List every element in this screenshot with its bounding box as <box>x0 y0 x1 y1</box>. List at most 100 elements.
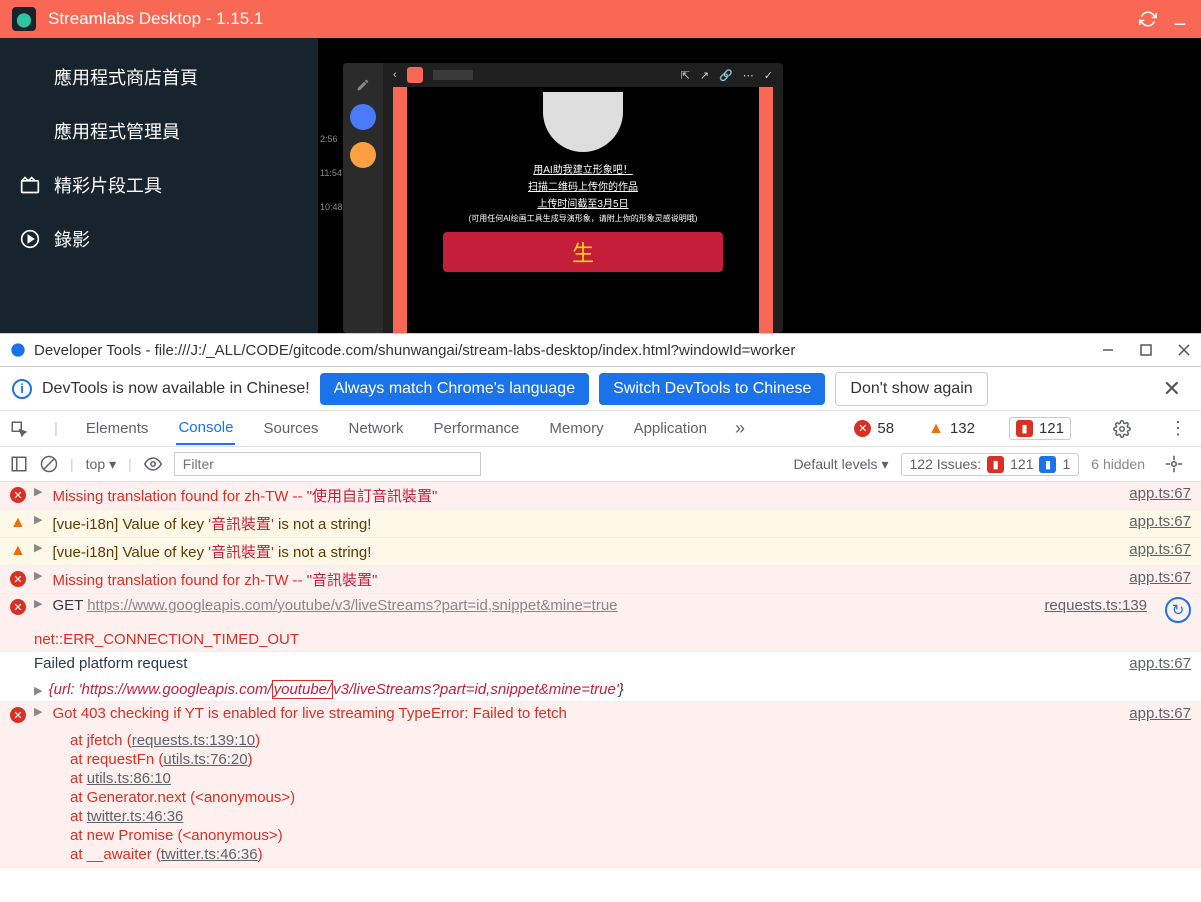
banner-close-icon[interactable]: ✕ <box>1155 376 1189 402</box>
log-row-warning: ▲ ▶ [vue-i18n] Value of key '音訊裝置' is no… <box>0 538 1201 566</box>
preview-area: ‹ ⇱ ↗ 🔗 ⋯ ✓ 用AI助我建立形象吧！ 扫描二维码上传你的作品 上传时间… <box>318 38 1201 333</box>
minimize-icon[interactable] <box>1171 10 1189 28</box>
eye-icon[interactable] <box>144 455 162 473</box>
play-circle-icon <box>20 229 40 249</box>
maximize-button[interactable] <box>1139 343 1153 357</box>
devtools-tabs: | Elements Console Sources Network Perfo… <box>0 411 1201 447</box>
issues-count-badge[interactable]: ▮121 <box>1009 417 1071 440</box>
sidebar-item-manager[interactable]: 應用程式管理員 <box>0 104 318 158</box>
expand-icon[interactable]: ▶ <box>34 485 42 498</box>
expand-icon[interactable]: ▶ <box>34 541 42 554</box>
header-avatar <box>407 67 423 83</box>
minimize-button[interactable] <box>1101 343 1115 357</box>
retry-icon[interactable]: ↻ <box>1165 597 1191 623</box>
avatar[interactable] <box>350 142 376 168</box>
source-link[interactable]: app.ts:67 <box>1129 541 1191 558</box>
expand-icon[interactable]: ▶ <box>34 513 42 526</box>
source-link[interactable]: utils.ts:86:10 <box>87 770 171 787</box>
error-icon: ✕ <box>10 487 26 503</box>
match-language-button[interactable]: Always match Chrome's language <box>320 373 589 405</box>
sidebar-item-label: 精彩片段工具 <box>54 172 162 198</box>
log-row-error: ✕ ▶ GET https://www.googleapis.com/youtu… <box>0 594 1201 652</box>
language-banner: i DevTools is now available in Chinese! … <box>0 367 1201 411</box>
tab-application[interactable]: Application <box>632 413 709 444</box>
context-selector[interactable]: top▾ <box>86 456 117 473</box>
sidebar-item-highlighter[interactable]: 精彩片段工具 <box>0 158 318 212</box>
source-link[interactable]: app.ts:67 <box>1129 513 1191 530</box>
share-icon[interactable]: ↗ <box>700 69 709 82</box>
error-count-badge[interactable]: ✕58 <box>854 420 894 437</box>
issues-box[interactable]: 122 Issues: ▮121 ▮1 <box>901 453 1080 476</box>
log-row-error: ✕ ▶ Missing translation found for zh-TW … <box>0 482 1201 510</box>
hidden-count[interactable]: 6 hidden <box>1091 456 1145 472</box>
log-levels-selector[interactable]: Default levels▾ <box>793 456 888 473</box>
source-link[interactable]: app.ts:67 <box>1129 655 1191 672</box>
sidebar: 應用程式商店首頁 應用程式管理員 精彩片段工具 錄影 <box>0 38 318 333</box>
source-link[interactable]: twitter.ts:46:36 <box>161 846 258 863</box>
warning-icon: ▲ <box>10 543 26 559</box>
filter-input[interactable] <box>174 452 481 476</box>
url-link[interactable]: https://www.googleapis.com/youtube/v3/li… <box>87 597 617 614</box>
devtools-window: Developer Tools - file:///J:/_ALL/CODE/g… <box>0 333 1201 902</box>
settings-icon[interactable] <box>1113 420 1131 438</box>
source-link[interactable]: utils.ts:76:20 <box>163 751 247 768</box>
promo-headline: 用AI助我建立形象吧！ <box>533 161 632 176</box>
error-icon: ✕ <box>10 571 26 587</box>
tab-network[interactable]: Network <box>347 413 406 444</box>
refresh-icon[interactable] <box>1139 10 1157 28</box>
devtools-titlebar: Developer Tools - file:///J:/_ALL/CODE/g… <box>0 334 1201 367</box>
compose-icon[interactable] <box>356 78 370 92</box>
console-body[interactable]: ✕ ▶ Missing translation found for zh-TW … <box>0 482 1201 902</box>
devtools-icon <box>10 342 26 358</box>
chat-sidebar <box>343 63 383 333</box>
promo-card: 生 <box>443 232 723 272</box>
promo-line4: (可用任何AI绘画工具生成导演形象，请附上你的形象灵感说明哦) <box>469 213 698 224</box>
log-row-error: ✕ ▶ Got 403 checking if YT is enabled fo… <box>0 702 1201 868</box>
source-link[interactable]: requests.ts:139:10 <box>132 732 255 749</box>
promo-image <box>543 92 623 152</box>
link-icon[interactable]: 🔗 <box>719 69 733 82</box>
expand-icon[interactable]: ▶ <box>34 569 42 582</box>
console-toolbar: | top▾ | Default levels▾ 122 Issues: ▮12… <box>0 447 1201 482</box>
source-link[interactable]: app.ts:67 <box>1129 485 1191 502</box>
info-icon: i <box>12 379 32 399</box>
log-row-error: ✕ ▶ Missing translation found for zh-TW … <box>0 566 1201 594</box>
source-link[interactable]: app.ts:67 <box>1129 705 1191 722</box>
more-tabs-icon[interactable]: » <box>735 418 745 439</box>
error-icon: ✕ <box>10 707 26 723</box>
chat-body: 用AI助我建立形象吧！ 扫描二维码上传你的作品 上传时间截至3月5日 (可用任何… <box>393 87 773 333</box>
warning-count-badge[interactable]: ▲132 <box>928 420 975 438</box>
log-row-warning: ▲ ▶ [vue-i18n] Value of key '音訊裝置' is no… <box>0 510 1201 538</box>
inspect-icon[interactable] <box>10 420 28 438</box>
console-settings-icon[interactable] <box>1165 455 1183 473</box>
expand-icon[interactable]: ▶ <box>34 705 42 718</box>
close-button[interactable] <box>1177 343 1191 357</box>
header-name-placeholder <box>433 70 473 80</box>
tab-sources[interactable]: Sources <box>261 413 320 444</box>
chat-header: ‹ ⇱ ↗ 🔗 ⋯ ✓ <box>383 63 783 87</box>
switch-chinese-button[interactable]: Switch DevTools to Chinese <box>599 373 825 405</box>
sidebar-item-label: 錄影 <box>54 226 90 252</box>
clapper-icon <box>20 175 40 195</box>
sidebar-item-store[interactable]: 應用程式商店首頁 <box>0 50 318 104</box>
popout-icon[interactable]: ⇱ <box>681 69 690 82</box>
expand-icon[interactable]: ▶ <box>34 597 42 610</box>
sidebar-toggle-icon[interactable] <box>10 455 28 473</box>
back-icon[interactable]: ‹ <box>393 69 397 81</box>
tab-memory[interactable]: Memory <box>547 413 605 444</box>
tab-console[interactable]: Console <box>176 412 235 445</box>
more-icon[interactable]: ⋯ <box>743 69 754 82</box>
log-object[interactable]: ▶ {url: 'https://www.googleapis.com/yout… <box>10 681 1191 698</box>
source-link[interactable]: app.ts:67 <box>1129 569 1191 586</box>
dont-show-button[interactable]: Don't show again <box>835 372 987 406</box>
tab-elements[interactable]: Elements <box>84 413 151 444</box>
source-link[interactable]: twitter.ts:46:36 <box>87 808 184 825</box>
clear-console-icon[interactable] <box>40 455 58 473</box>
tab-performance[interactable]: Performance <box>432 413 522 444</box>
kebab-menu-icon[interactable]: ⋮ <box>1165 418 1191 439</box>
check-icon[interactable]: ✓ <box>764 69 773 82</box>
sidebar-item-label: 應用程式管理員 <box>54 118 180 144</box>
sidebar-item-record[interactable]: 錄影 <box>0 212 318 266</box>
avatar[interactable] <box>350 104 376 130</box>
source-link[interactable]: requests.ts:139 <box>1044 597 1147 614</box>
